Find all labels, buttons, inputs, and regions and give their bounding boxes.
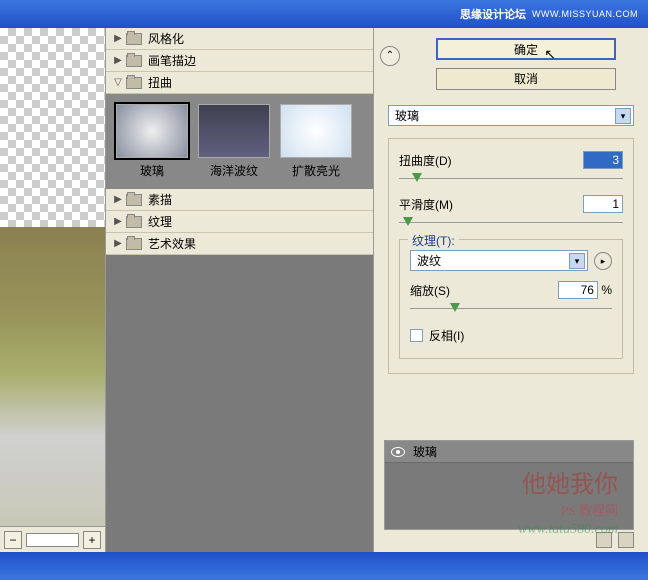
preview-image	[0, 227, 105, 526]
scaling-input[interactable]	[558, 281, 598, 299]
chevron-right-icon: ▶	[112, 55, 124, 66]
folder-icon	[126, 55, 142, 67]
layer-name: 玻璃	[413, 443, 437, 460]
thumb-label: 海洋波纹	[198, 162, 270, 179]
dropdown-value: 波纹	[417, 252, 441, 269]
cursor-icon: ↖	[544, 44, 556, 64]
folder-icon	[126, 77, 142, 89]
layer-row[interactable]: 玻璃	[385, 441, 633, 463]
settings-column: ⌃ 确定↖ 取消 玻璃 ▾ 扭曲度(D) 平滑度(M)	[374, 28, 648, 552]
folder-icon	[126, 238, 142, 250]
category-label: 风格化	[148, 30, 184, 47]
smoothness-input[interactable]	[583, 195, 623, 213]
zoom-in-button[interactable]: +	[83, 531, 101, 549]
chevron-right-icon: ▶	[112, 238, 124, 249]
zoom-level[interactable]	[26, 533, 79, 547]
texture-flyout-button[interactable]: ▸	[594, 252, 612, 270]
distortion-slider[interactable]	[399, 171, 623, 187]
filter-name-dropdown[interactable]: 玻璃 ▾	[388, 105, 634, 126]
chevron-right-icon: ▶	[112, 33, 124, 44]
chevron-right-icon: ▶	[112, 216, 124, 227]
delete-effect-layer-button[interactable]	[618, 532, 634, 548]
thumb-label: 扩散亮光	[280, 162, 352, 179]
thumb-image	[280, 104, 352, 158]
zoom-out-button[interactable]: −	[4, 531, 22, 549]
effect-layers-panel: 玻璃	[384, 440, 634, 530]
bottom-bar	[0, 552, 648, 580]
category-distort[interactable]: ▽ 扭曲	[106, 72, 373, 94]
category-artistic[interactable]: ▶ 艺术效果	[106, 233, 373, 255]
visibility-icon[interactable]	[391, 447, 405, 457]
texture-legend: 纹理(T):	[408, 232, 459, 249]
thumb-image	[116, 104, 188, 158]
smoothness-slider[interactable]	[399, 215, 623, 231]
smoothness-label: 平滑度(M)	[399, 196, 453, 213]
scaling-unit: %	[601, 283, 612, 297]
category-label: 艺术效果	[148, 235, 196, 252]
chevron-down-icon: ▾	[569, 253, 585, 269]
category-label: 纹理	[148, 213, 172, 230]
preview-column: − +	[0, 28, 106, 552]
category-label: 画笔描边	[148, 52, 196, 69]
transparency-checker	[0, 28, 105, 227]
category-label: 扭曲	[148, 74, 172, 91]
invert-label: 反相(I)	[429, 327, 464, 344]
new-effect-layer-button[interactable]	[596, 532, 612, 548]
site-name: 思缘设计论坛	[460, 6, 526, 22]
filter-thumbnails: 玻璃 海洋波纹 扩散亮光	[106, 94, 373, 189]
tree-empty-area	[106, 255, 373, 552]
folder-icon	[126, 194, 142, 206]
distortion-input[interactable]	[583, 151, 623, 169]
thumb-ocean-ripple[interactable]: 海洋波纹	[198, 104, 270, 179]
preview-area[interactable]	[0, 28, 105, 526]
site-url: WWW.MISSYUAN.COM	[532, 9, 638, 19]
chevron-right-icon: ▶	[112, 194, 124, 205]
cancel-button[interactable]: 取消	[436, 68, 616, 90]
scaling-slider[interactable]	[410, 301, 612, 317]
folder-icon	[126, 33, 142, 45]
thumb-image	[198, 104, 270, 158]
thumb-label: 玻璃	[116, 162, 188, 179]
category-sketch[interactable]: ▶ 素描	[106, 189, 373, 211]
distortion-label: 扭曲度(D)	[399, 152, 452, 169]
invert-checkbox[interactable]	[410, 329, 423, 342]
ok-button[interactable]: 确定↖	[436, 38, 616, 60]
category-label: 素描	[148, 191, 172, 208]
chevron-down-icon: ▾	[615, 108, 631, 124]
thumb-diffuse-glow[interactable]: 扩散亮光	[280, 104, 352, 179]
thumb-glass[interactable]: 玻璃	[116, 104, 188, 179]
scaling-label: 缩放(S)	[410, 282, 450, 299]
category-stylize[interactable]: ▶ 风格化	[106, 28, 373, 50]
chevron-down-icon: ▽	[112, 77, 124, 88]
title-bar: 思缘设计论坛 WWW.MISSYUAN.COM	[0, 0, 648, 28]
category-texture[interactable]: ▶ 纹理	[106, 211, 373, 233]
collapse-button[interactable]: ⌃	[380, 46, 400, 66]
filter-categories-column: ▶ 风格化 ▶ 画笔描边 ▽ 扭曲 玻璃 海洋波纹 扩散亮光 ▶ 素描 ▶ 纹理 ▶ 艺术效…	[106, 28, 374, 552]
category-brush-strokes[interactable]: ▶ 画笔描边	[106, 50, 373, 72]
texture-dropdown[interactable]: 波纹 ▾	[410, 250, 588, 271]
folder-icon	[126, 216, 142, 228]
zoom-bar: − +	[0, 526, 105, 552]
dropdown-value: 玻璃	[395, 107, 419, 124]
